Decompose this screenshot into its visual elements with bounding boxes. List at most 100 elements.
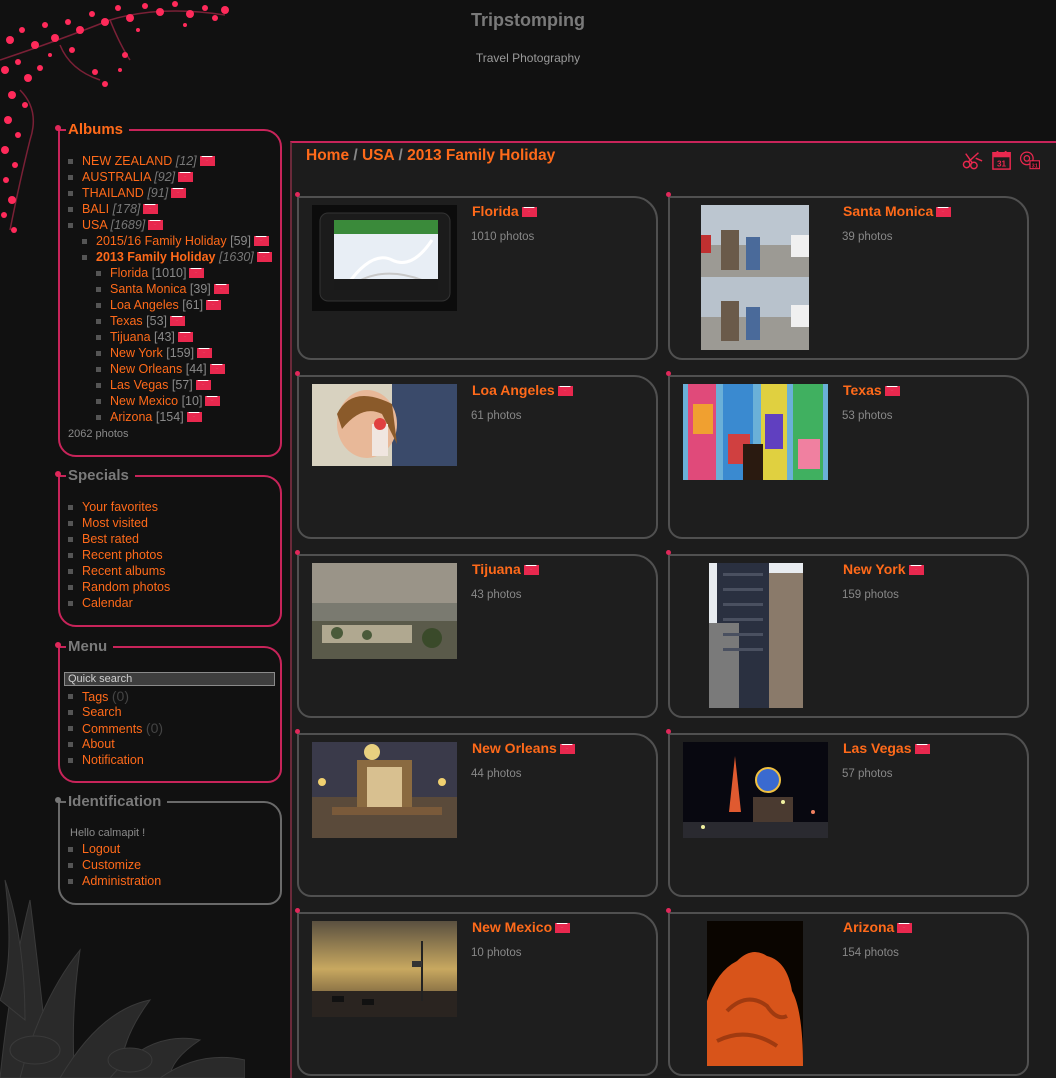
menu-item-tags[interactable]: Tags (0) (68, 688, 163, 704)
album-title[interactable]: New York (843, 561, 924, 577)
menu-label[interactable]: Tags (82, 690, 108, 704)
mail-icon[interactable] (199, 156, 215, 166)
album-card-santa-monica[interactable]: Santa Monica 39 photos (666, 192, 1029, 360)
breadcrumb-usa[interactable]: USA (362, 147, 394, 164)
mail-icon[interactable] (197, 348, 213, 358)
identification-label[interactable]: Logout (82, 842, 120, 856)
mail-icon[interactable] (555, 923, 571, 933)
album-title-text[interactable]: New Mexico (472, 919, 552, 935)
album-thumbnail[interactable] (709, 563, 803, 708)
album-title-text[interactable]: New Orleans (472, 740, 557, 756)
album-label[interactable]: New York (110, 346, 163, 360)
album-las-vegas[interactable]: Las Vegas [57] (68, 377, 272, 393)
special-calendar[interactable]: Calendar (68, 595, 170, 611)
album-label[interactable]: BALI (82, 202, 109, 216)
menu-item-about[interactable]: About (68, 736, 163, 752)
album-title[interactable]: Santa Monica (843, 203, 952, 219)
special-label[interactable]: Your favorites (82, 500, 158, 514)
mail-icon[interactable] (177, 332, 193, 342)
album-title-text[interactable]: Florida (472, 203, 519, 219)
album-label[interactable]: AUSTRALIA (82, 170, 151, 184)
album-santa-monica[interactable]: Santa Monica [39] (68, 281, 272, 297)
mail-icon[interactable] (206, 300, 222, 310)
mail-icon[interactable] (557, 386, 573, 396)
scissors-icon[interactable] (962, 150, 984, 170)
album-label[interactable]: Loa Angeles (110, 298, 179, 312)
mail-icon[interactable] (884, 386, 900, 396)
mail-icon[interactable] (170, 316, 185, 326)
menu-item-search[interactable]: Search (68, 704, 163, 720)
menu-label[interactable]: Comments (82, 722, 142, 736)
album-new-orleans[interactable]: New Orleans [44] (68, 361, 272, 377)
mail-icon[interactable] (148, 220, 164, 230)
menu-label[interactable]: Notification (82, 753, 144, 767)
album-label[interactable]: New Mexico (110, 394, 178, 408)
album-thailand[interactable]: THAILAND [91] (68, 185, 272, 201)
album-title-text[interactable]: Texas (843, 382, 882, 398)
album-label[interactable]: USA (82, 218, 107, 232)
album-2015-16-family-holiday[interactable]: 2015/16 Family Holiday [59] (68, 233, 272, 249)
special-label[interactable]: Recent albums (82, 564, 165, 578)
album-card-new-york[interactable]: New York 159 photos (666, 550, 1029, 718)
menu-item-notification[interactable]: Notification (68, 752, 163, 768)
customize-link[interactable]: Customize (68, 857, 161, 873)
special-label[interactable]: Most visited (82, 516, 148, 530)
album-card-tijuana[interactable]: Tijuana 43 photos (295, 550, 658, 718)
camera-calendar-icon[interactable]: 31 (1019, 150, 1041, 170)
album-title-text[interactable]: Loa Angeles (472, 382, 555, 398)
mail-icon[interactable] (936, 207, 952, 217)
special-best-rated[interactable]: Best rated (68, 531, 170, 547)
album-card-arizona[interactable]: Arizona 154 photos (666, 908, 1029, 1076)
album-label[interactable]: 2013 Family Holiday (96, 250, 216, 264)
album-title-text[interactable]: Arizona (843, 919, 894, 935)
album-label[interactable]: Texas (110, 314, 143, 328)
album-new-zealand[interactable]: NEW ZEALAND [12] (68, 153, 272, 169)
album-usa[interactable]: USA [1689] (68, 217, 272, 233)
album-title[interactable]: New Mexico (472, 919, 571, 935)
album-thumbnail[interactable] (312, 742, 457, 838)
identification-label[interactable]: Administration (82, 874, 161, 888)
album-thumbnail[interactable] (312, 921, 457, 1017)
album-title[interactable]: Tijuana (472, 561, 539, 577)
album-title-text[interactable]: New York (843, 561, 906, 577)
menu-item-comments[interactable]: Comments (0) (68, 720, 163, 736)
breadcrumb-home[interactable]: Home (306, 147, 349, 164)
special-your-favorites[interactable]: Your favorites (68, 499, 170, 515)
album-thumbnail[interactable] (701, 205, 809, 350)
identification-label[interactable]: Customize (82, 858, 141, 872)
album-label[interactable]: THAILAND (82, 186, 144, 200)
album-title-text[interactable]: Las Vegas (843, 740, 912, 756)
album-card-texas[interactable]: Texas 53 photos (666, 371, 1029, 539)
album-new-york[interactable]: New York [159] (68, 345, 272, 361)
special-recent-photos[interactable]: Recent photos (68, 547, 170, 563)
special-most-visited[interactable]: Most visited (68, 515, 170, 531)
album-title[interactable]: Las Vegas (843, 740, 930, 756)
album-title[interactable]: Florida (472, 203, 537, 219)
special-random-photos[interactable]: Random photos (68, 579, 170, 595)
mail-icon[interactable] (186, 412, 202, 422)
album-thumbnail[interactable] (683, 742, 828, 838)
album-card-new-mexico[interactable]: New Mexico 10 photos (295, 908, 658, 1076)
quick-search-input[interactable]: Quick search (64, 672, 275, 686)
mail-icon[interactable] (523, 565, 539, 575)
album-title[interactable]: Loa Angeles (472, 382, 573, 398)
album-title-text[interactable]: Santa Monica (843, 203, 933, 219)
mail-icon[interactable] (171, 188, 187, 198)
album-title-text[interactable]: Tijuana (472, 561, 521, 577)
mail-icon[interactable] (256, 252, 272, 262)
album-thumbnail[interactable] (707, 921, 803, 1066)
menu-label[interactable]: About (82, 737, 115, 751)
album-thumbnail[interactable] (312, 205, 457, 311)
logout-link[interactable]: Logout (68, 841, 161, 857)
album-card-florida[interactable]: Florida 1010 photos (295, 192, 658, 360)
special-label[interactable]: Random photos (82, 580, 170, 594)
albums-title[interactable]: Albums (66, 121, 130, 138)
album-texas[interactable]: Texas [53] (68, 313, 272, 329)
album-australia[interactable]: AUSTRALIA [92] (68, 169, 272, 185)
administration-link[interactable]: Administration (68, 873, 161, 889)
album-bali[interactable]: BALI [178] (68, 201, 272, 217)
album-label[interactable]: Santa Monica (110, 282, 186, 296)
album-title[interactable]: Arizona (843, 919, 913, 935)
album-new-mexico[interactable]: New Mexico [10] (68, 393, 272, 409)
breadcrumb-current[interactable]: 2013 Family Holiday (407, 147, 555, 164)
